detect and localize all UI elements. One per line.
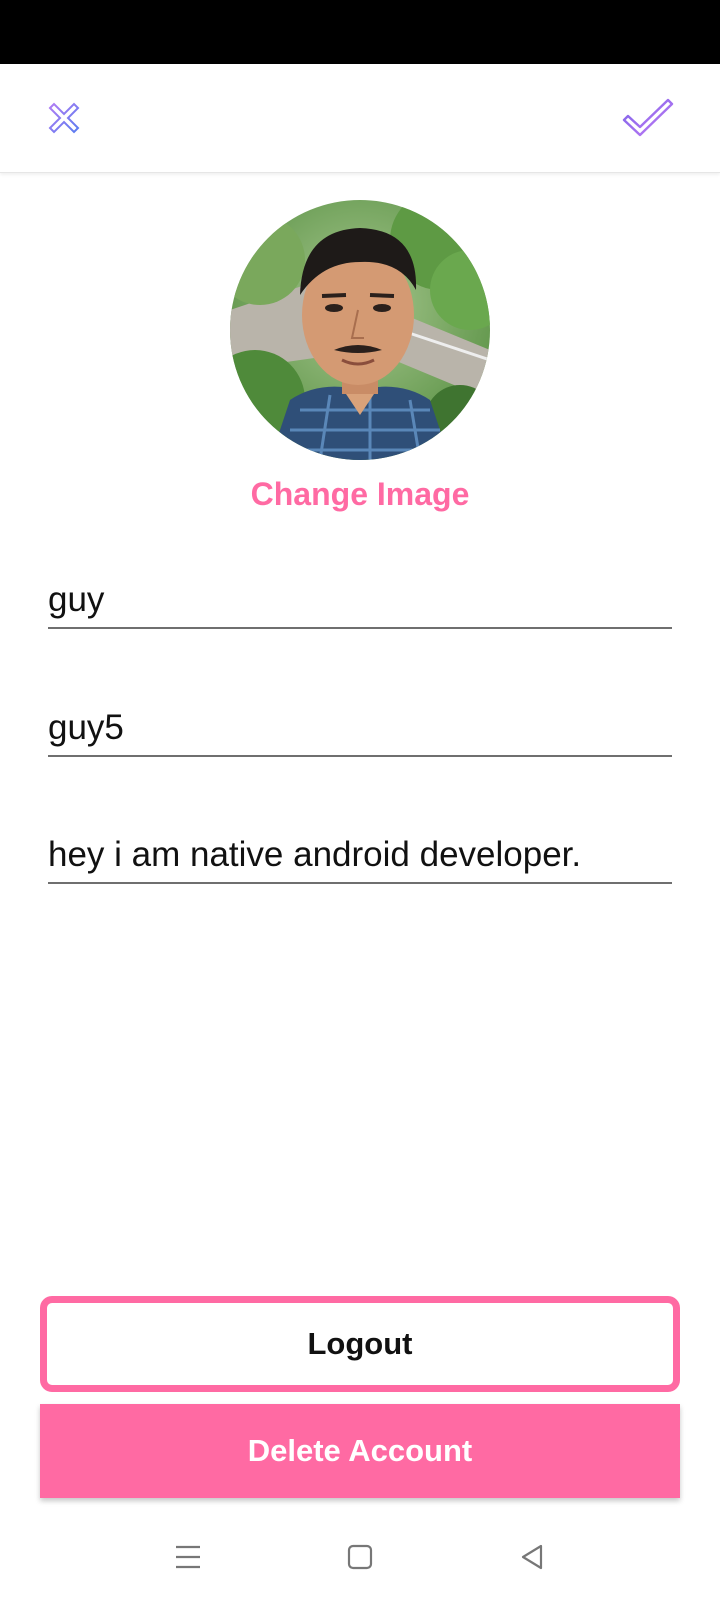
edit-profile-screen: Change Image Logout Delete Account <box>0 0 720 1600</box>
close-button[interactable] <box>28 84 100 156</box>
change-image-link[interactable]: Change Image <box>0 476 720 513</box>
close-icon <box>48 102 80 134</box>
nav-menu-button[interactable] <box>158 1532 218 1582</box>
nav-home-button[interactable] <box>330 1532 390 1582</box>
toolbar <box>0 64 720 173</box>
system-nav-bar <box>0 1512 720 1600</box>
username-field[interactable] <box>48 695 672 757</box>
confirm-button[interactable] <box>612 82 684 154</box>
name-field[interactable] <box>48 567 672 629</box>
bio-field[interactable] <box>48 822 672 884</box>
username-input[interactable] <box>48 695 672 755</box>
check-icon <box>622 98 674 137</box>
profile-avatar[interactable] <box>230 200 490 460</box>
profile-photo <box>230 200 490 460</box>
nav-back-button[interactable] <box>502 1532 562 1582</box>
status-bar <box>0 0 720 64</box>
home-icon <box>347 1544 373 1570</box>
delete-account-button[interactable]: Delete Account <box>40 1404 680 1498</box>
name-input[interactable] <box>48 567 672 627</box>
back-icon <box>521 1544 543 1570</box>
bio-input[interactable] <box>48 822 672 882</box>
menu-icon <box>176 1545 200 1569</box>
logout-button[interactable]: Logout <box>40 1296 680 1392</box>
